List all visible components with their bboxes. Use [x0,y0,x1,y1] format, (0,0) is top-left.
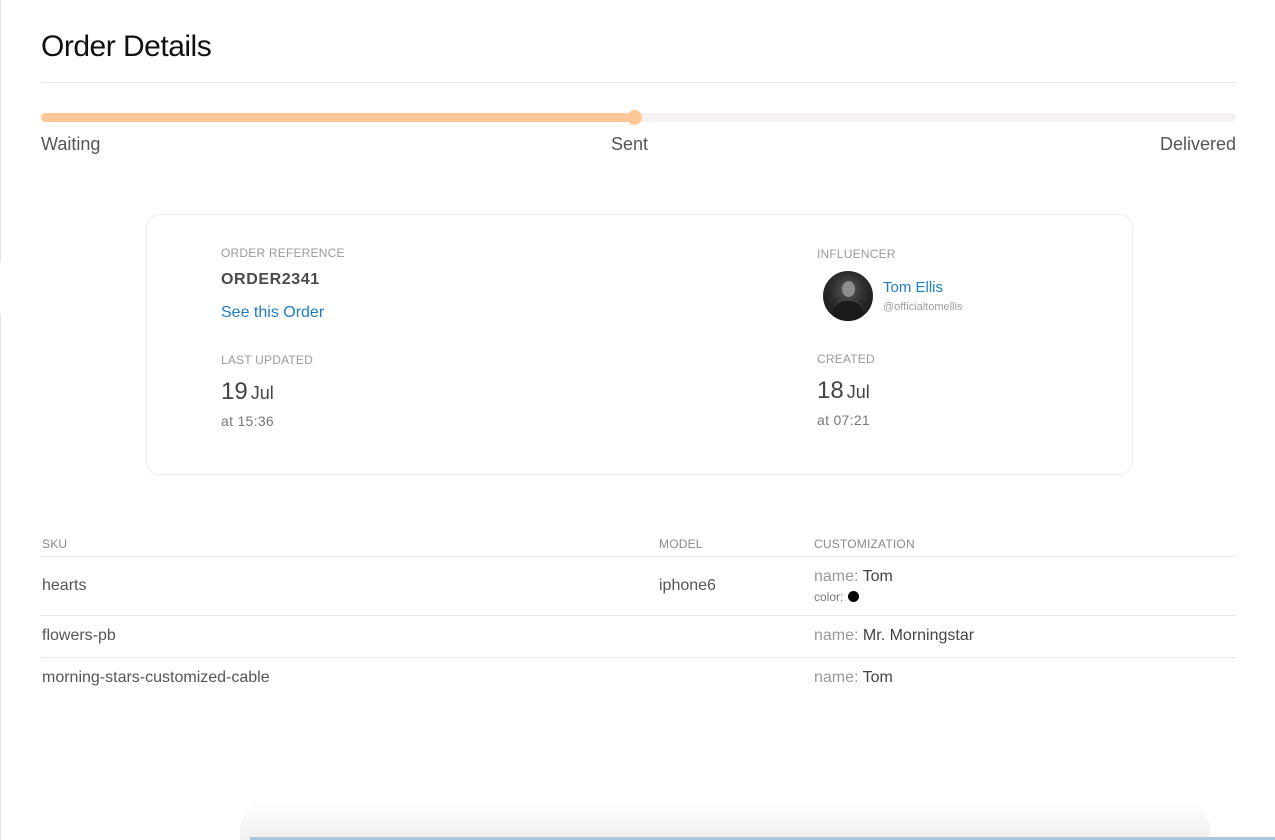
name-value: Tom [862,568,893,585]
color-swatch [848,591,860,602]
last-updated-caption: LAST UPDATED [221,353,313,367]
created-day: 18 [817,377,844,404]
created-month: Jul [846,382,870,402]
order-reference-caption: ORDER REFERENCE [221,246,345,260]
row-customization-name: name: Tom [814,568,893,586]
name-value: Tom [862,669,893,686]
row-sku: hearts [42,577,87,594]
name-key: name: [814,669,859,686]
row-model: iphone6 [659,577,716,594]
influencer-name-link[interactable]: Tom Ellis [883,279,943,296]
name-key: name: [814,568,859,585]
left-border-gap [0,262,1,314]
created-time: at 07:21 [817,412,870,428]
row-customization-name: name: Tom [814,669,893,687]
row-sku: morning-stars-customized-cable [42,669,270,686]
created-date: 18 Jul [817,377,870,405]
influencer-caption: INFLUENCER [817,247,896,261]
title-divider [41,82,1236,83]
page-title: Order Details [41,30,212,63]
left-border [0,0,1,840]
progress-fill [41,113,634,122]
bottom-overlay-shadow [240,800,1210,840]
order-status-progress [41,110,1236,125]
name-value: Mr. Morningstar [862,627,975,644]
last-updated-time: at 15:36 [221,413,274,429]
last-updated-month: Jul [250,383,274,403]
table-row-divider [41,615,1236,616]
row-sku: flowers-pb [42,627,116,644]
step-waiting: Waiting [41,134,101,154]
order-info-card: ORDER REFERENCE ORDER2341 See this Order… [146,214,1133,475]
sku-column-header: SKU [42,537,68,551]
progress-knob [626,110,642,125]
last-updated-day: 19 [221,378,248,405]
created-caption: CREATED [817,352,875,366]
order-reference: ORDER2341 [221,271,320,288]
row-customization-color: color: [814,590,860,604]
row-customization-name: name: Mr. Morningstar [814,627,974,645]
customization-column-header: CUSTOMIZATION [814,537,915,551]
model-column-header: MODEL [659,537,703,551]
step-sent: Sent [611,134,649,154]
last-updated-date: 19 Jul [221,378,274,406]
step-delivered: Delivered [1159,134,1236,154]
name-key: name: [814,627,859,644]
see-order-link[interactable]: See this Order [221,304,324,322]
influencer-avatar [823,271,873,321]
influencer-handle: @officialtomellis [883,301,963,313]
color-key: color: [814,590,844,604]
table-row-divider [41,657,1236,658]
table-header-divider [41,556,1236,557]
